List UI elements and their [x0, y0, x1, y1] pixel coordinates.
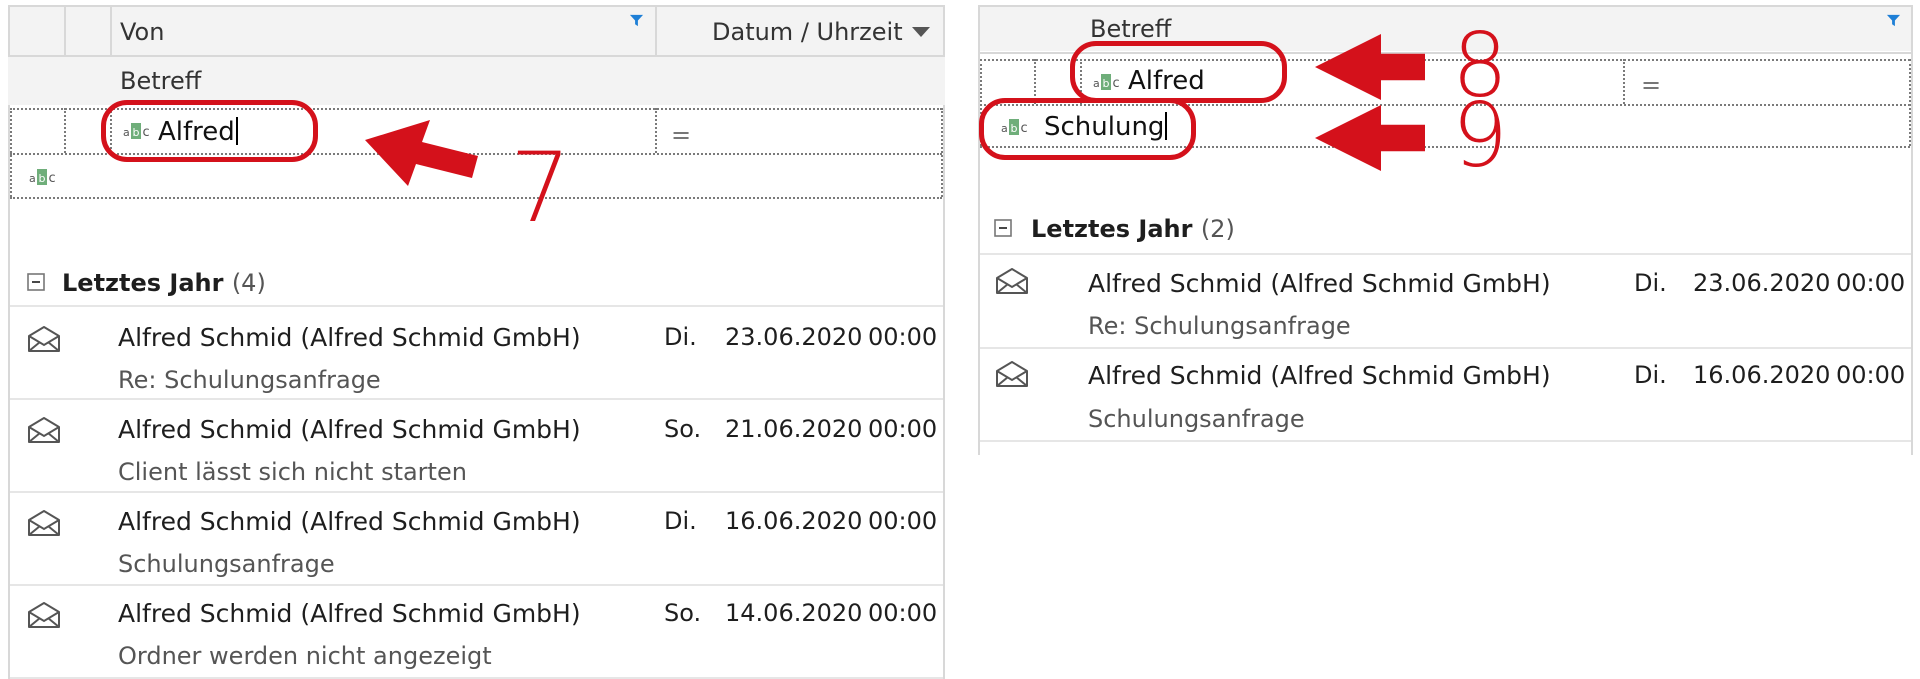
mail-row[interactable]: Alfred Schmid (Alfred Schmid GmbH) Di. 2… — [8, 307, 943, 399]
collapse-group-icon[interactable] — [994, 219, 1012, 237]
annotation-arrow-8 — [1310, 34, 1430, 100]
mail-sender: Alfred Schmid (Alfred Schmid GmbH) — [118, 323, 581, 352]
mail-day: Di. — [664, 323, 697, 351]
mail-sender: Alfred Schmid (Alfred Schmid GmbH) — [118, 599, 581, 628]
mail-day: Di. — [664, 507, 697, 535]
mail-date: 16.06.2020 — [1693, 361, 1831, 389]
sort-descending-icon[interactable] — [912, 27, 930, 37]
filter-operator-equals[interactable]: = — [1641, 73, 1661, 97]
collapse-group-icon[interactable] — [27, 273, 45, 291]
envelope-open-icon — [26, 325, 62, 353]
mail-day: Di. — [1634, 269, 1667, 297]
mail-subject: Schulungsanfrage — [118, 550, 335, 578]
envelope-open-icon — [26, 509, 62, 537]
annotation-highlight-9 — [979, 98, 1196, 160]
mail-row[interactable]: Alfred Schmid (Alfred Schmid GmbH) Di. 2… — [978, 255, 1911, 347]
group-label: Letztes Jahr — [1031, 215, 1193, 243]
mail-row[interactable]: Alfred Schmid (Alfred Schmid GmbH) Di. 1… — [978, 349, 1911, 441]
mail-sender: Alfred Schmid (Alfred Schmid GmbH) — [118, 507, 581, 536]
mail-day: So. — [664, 599, 702, 627]
mail-date: 16.06.2020 — [725, 507, 863, 535]
group-count: (2) — [1200, 215, 1235, 243]
mail-time: 00:00 — [868, 415, 938, 443]
mail-time: 00:00 — [868, 599, 938, 627]
filter-funnel-icon[interactable] — [1886, 13, 1901, 28]
filter-funnel-icon[interactable] — [629, 13, 644, 28]
mail-time: 00:00 — [868, 323, 938, 351]
filter-operator-equals[interactable]: = — [671, 123, 691, 147]
mail-subject: Ordner werden nicht angezeigt — [118, 642, 492, 670]
column-header-subject[interactable]: Betreff — [120, 69, 201, 93]
abc-text-filter-icon — [28, 167, 58, 187]
mail-date: 21.06.2020 — [725, 415, 863, 443]
mail-time: 00:00 — [1836, 269, 1906, 297]
mail-date: 23.06.2020 — [725, 323, 863, 351]
group-label: Letztes Jahr — [62, 269, 224, 297]
column-header-from[interactable]: Von — [120, 20, 164, 44]
mail-sender: Alfred Schmid (Alfred Schmid GmbH) — [1088, 361, 1551, 390]
envelope-open-icon — [26, 601, 62, 629]
mail-date: 23.06.2020 — [1693, 269, 1831, 297]
annotation-arrow-9 — [1310, 105, 1430, 171]
annotation-number-7: 7 — [510, 132, 572, 244]
mail-sender: Alfred Schmid (Alfred Schmid GmbH) — [118, 415, 581, 444]
mail-subject: Schulungsanfrage — [1088, 405, 1305, 433]
envelope-open-icon — [26, 416, 62, 444]
column-header-date[interactable]: Datum / Uhrzeit — [712, 20, 903, 44]
envelope-open-icon — [994, 267, 1030, 295]
annotation-number-9: 9 — [1452, 84, 1508, 187]
annotation-arrow-7 — [365, 120, 478, 186]
mail-subject: Re: Schulungsanfrage — [1088, 312, 1351, 340]
mail-subject: Re: Schulungsanfrage — [118, 366, 381, 394]
mail-date: 14.06.2020 — [725, 599, 863, 627]
column-header-subject[interactable]: Betreff — [1090, 17, 1171, 41]
mail-row[interactable]: Alfred Schmid (Alfred Schmid GmbH) So. 2… — [8, 400, 943, 492]
mail-time: 00:00 — [1836, 361, 1906, 389]
group-count: (4) — [231, 269, 266, 297]
mail-day: So. — [664, 415, 702, 443]
mail-row[interactable]: Alfred Schmid (Alfred Schmid GmbH) So. 1… — [8, 586, 943, 678]
group-header-last-year[interactable]: Letztes Jahr (4) — [62, 271, 266, 295]
mail-time: 00:00 — [868, 507, 938, 535]
envelope-open-icon — [994, 360, 1030, 388]
mail-subject: Client lässt sich nicht starten — [118, 458, 467, 486]
group-header-last-year[interactable]: Letztes Jahr (2) — [1031, 217, 1235, 241]
mail-day: Di. — [1634, 361, 1667, 389]
annotation-highlight-7 — [101, 100, 318, 162]
mail-row[interactable]: Alfred Schmid (Alfred Schmid GmbH) Di. 1… — [8, 493, 943, 585]
mail-sender: Alfred Schmid (Alfred Schmid GmbH) — [1088, 269, 1551, 298]
annotation-highlight-8 — [1070, 41, 1287, 103]
